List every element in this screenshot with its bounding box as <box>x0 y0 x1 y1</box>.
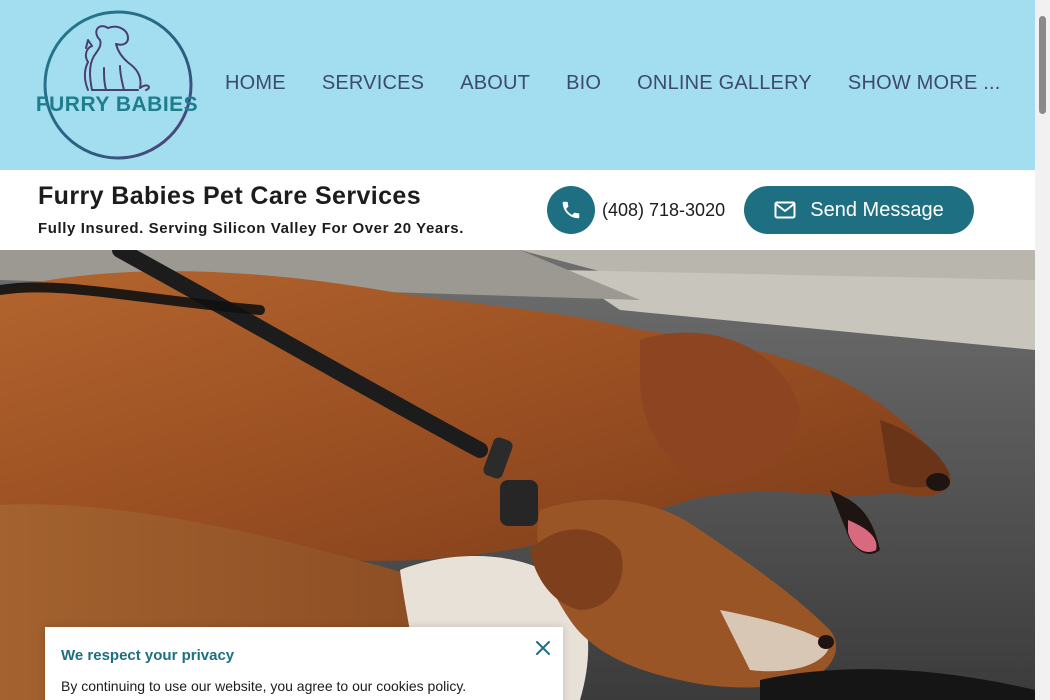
nav-services[interactable]: SERVICES <box>322 72 424 95</box>
site-header: FURRY BABIES HOME SERVICES ABOUT BIO ONL… <box>0 0 1035 170</box>
business-bar: Furry Babies Pet Care Services Fully Ins… <box>0 170 1035 250</box>
main-nav: HOME SERVICES ABOUT BIO ONLINE GALLERY S… <box>225 72 1001 95</box>
send-message-button[interactable]: Send Message <box>744 186 974 234</box>
privacy-title: We respect your privacy <box>61 647 235 664</box>
call-button[interactable] <box>547 186 595 234</box>
nav-show-more[interactable]: SHOW MORE ... <box>848 72 1001 95</box>
business-tagline: Fully Insured. Serving Silicon Valley Fo… <box>38 220 464 237</box>
phone-number[interactable]: (408) 718-3020 <box>602 200 725 221</box>
privacy-text: By continuing to use our website, you ag… <box>61 678 467 694</box>
business-name: Furry Babies Pet Care Services <box>38 182 422 210</box>
close-icon <box>536 641 550 655</box>
site-logo[interactable]: FURRY BABIES <box>34 8 200 164</box>
vertical-scrollbar[interactable] <box>1035 0 1050 700</box>
page: FURRY BABIES HOME SERVICES ABOUT BIO ONL… <box>0 0 1035 700</box>
privacy-close-button[interactable] <box>533 638 553 658</box>
nav-home[interactable]: HOME <box>225 72 286 95</box>
dog-icon <box>89 25 150 91</box>
privacy-notice: We respect your privacy By continuing to… <box>45 627 563 700</box>
phone-icon <box>562 201 580 219</box>
nav-about[interactable]: ABOUT <box>460 72 530 95</box>
nav-bio[interactable]: BIO <box>566 72 601 95</box>
scrollbar-thumb[interactable] <box>1039 16 1046 114</box>
send-message-label: Send Message <box>810 198 944 221</box>
envelope-icon <box>774 201 796 219</box>
logo-emblem: FURRY BABIES <box>36 10 198 160</box>
logo-text: FURRY BABIES <box>36 93 198 116</box>
nav-online-gallery[interactable]: ONLINE GALLERY <box>637 72 812 95</box>
